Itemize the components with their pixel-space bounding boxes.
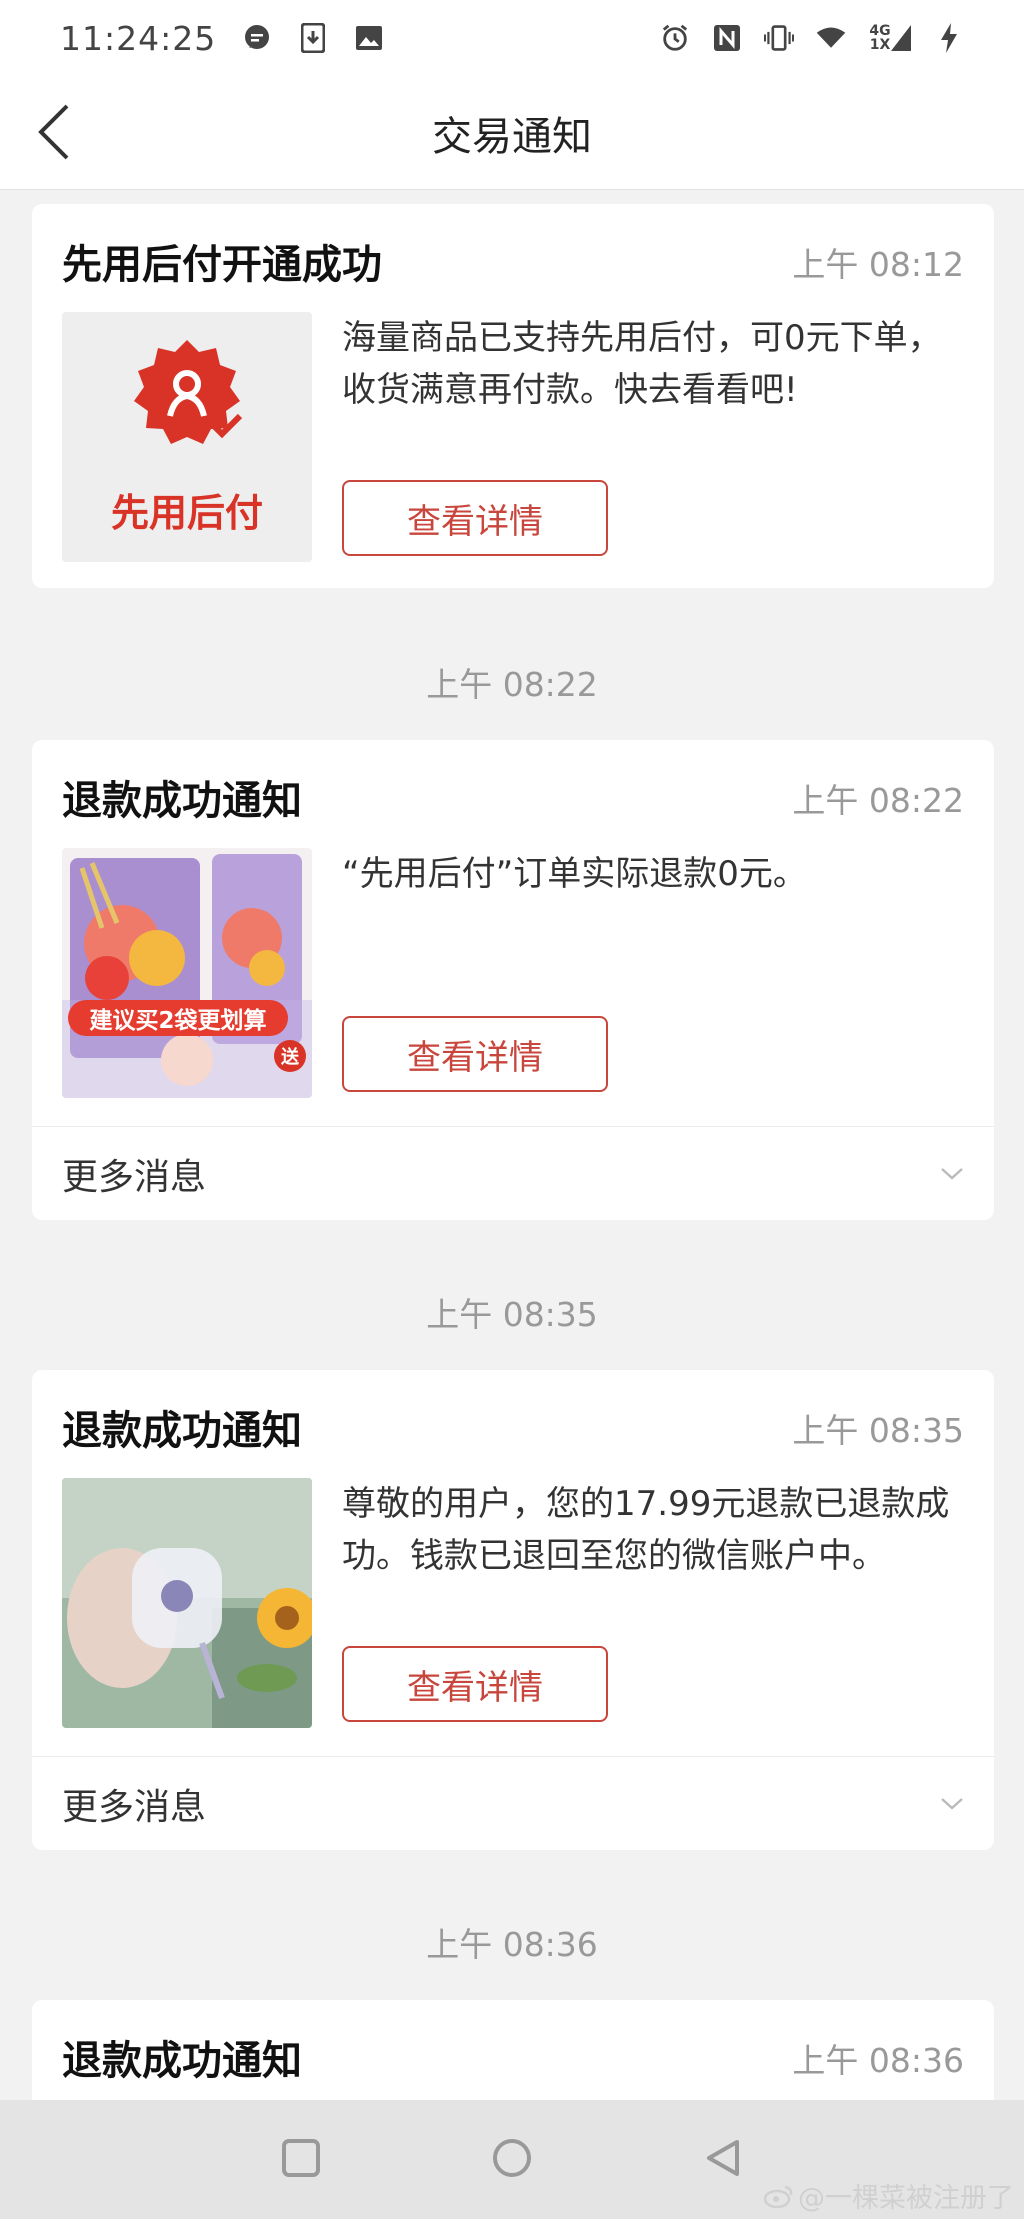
gift-badge: 送 bbox=[281, 1047, 299, 1068]
notification-card: 退款成功通知 上午 08:22 建议买2袋更划算 送 “先用后付”订单实际退款0… bbox=[32, 740, 994, 1220]
chevron-down-icon bbox=[941, 1797, 963, 1810]
card-message: 尊敬的用户，您的17.99元退款已退款成功。钱款已退回至您的微信账户中。 bbox=[342, 1484, 950, 1576]
more-messages-row[interactable]: 更多消息 bbox=[32, 1756, 994, 1850]
cereal-bag-image bbox=[62, 854, 312, 1098]
chevron-left-icon bbox=[38, 104, 69, 160]
page-title: 交易通知 bbox=[432, 113, 592, 160]
thumbnail-banner: 建议买2袋更划算 bbox=[68, 1000, 288, 1036]
time-divider: 上午 08:22 bbox=[426, 665, 598, 704]
more-messages-label: 更多消息 bbox=[62, 1156, 207, 1198]
card-message: 海量商品已支持先用后付，可0元下单，收货满意再付款。快去看看吧! bbox=[342, 318, 942, 410]
thumbnail-label: 先用后付 bbox=[110, 491, 263, 535]
charging-icon bbox=[934, 23, 964, 53]
watermark: @一棵菜被注册了 bbox=[764, 2176, 1014, 2215]
view-details-button[interactable]: 查看详情 bbox=[342, 480, 608, 556]
nav-bar: 交易通知 bbox=[0, 76, 1024, 190]
badge-user-icon bbox=[134, 340, 243, 444]
weibo-logo-icon bbox=[764, 2185, 793, 2208]
wifi-icon bbox=[816, 23, 846, 53]
chat-bubble-icon bbox=[242, 23, 272, 53]
chevron-down-icon bbox=[941, 1167, 963, 1180]
triangle-back-icon[interactable] bbox=[703, 2138, 743, 2182]
alarm-icon bbox=[660, 23, 690, 53]
network-type-top: 4G bbox=[869, 23, 891, 39]
product-thumbnail[interactable]: 建议买2袋更划算 送 bbox=[62, 848, 312, 1098]
view-details-button[interactable]: 查看详情 bbox=[342, 1016, 608, 1092]
card-title: 先用后付开通成功 bbox=[62, 242, 382, 288]
time-divider: 上午 08:35 bbox=[426, 1295, 598, 1334]
card-title: 退款成功通知 bbox=[62, 1408, 302, 1454]
nfc-icon bbox=[712, 23, 742, 53]
card-time: 上午 08:12 bbox=[792, 245, 964, 284]
circle-home-icon[interactable] bbox=[491, 2137, 533, 2183]
time-divider: 上午 08:36 bbox=[426, 1925, 598, 1964]
card-time: 上午 08:36 bbox=[792, 2041, 964, 2080]
earbuds-case-photo bbox=[62, 1478, 312, 1728]
card-title: 退款成功通知 bbox=[62, 778, 302, 824]
view-details-button[interactable]: 查看详情 bbox=[342, 1646, 608, 1722]
watermark-text: @一棵菜被注册了 bbox=[798, 2183, 1014, 2214]
notification-card: 退款成功通知 上午 08:36 bbox=[32, 2000, 994, 2100]
card-title: 退款成功通知 bbox=[62, 2038, 302, 2084]
product-thumbnail[interactable] bbox=[62, 1478, 312, 1728]
image-icon bbox=[354, 23, 384, 53]
pay-later-thumbnail[interactable]: 先用后付 bbox=[62, 312, 312, 562]
vibrate-icon bbox=[764, 23, 794, 53]
more-messages-row[interactable]: 更多消息 bbox=[32, 1126, 994, 1220]
download-icon bbox=[298, 23, 328, 53]
status-bar: 11:24:25 4G 1X bbox=[0, 0, 1024, 76]
notification-card: 退款成功通知 上午 08:35 尊敬的用户，您的17.99元退款已退款成功。钱款… bbox=[32, 1370, 994, 1850]
signal-icon: 4G 1X bbox=[868, 23, 912, 53]
card-time: 上午 08:35 bbox=[792, 1411, 964, 1450]
card-message: “先用后付”订单实际退款0元。 bbox=[342, 854, 807, 894]
notification-card: 先用后付开通成功 上午 08:12 先用后付 海量商品已支持先用后付，可0元下单… bbox=[32, 204, 994, 588]
back-button[interactable] bbox=[28, 102, 78, 162]
status-time: 11:24:25 bbox=[60, 18, 217, 58]
more-messages-label: 更多消息 bbox=[62, 1786, 207, 1828]
square-recents-icon[interactable] bbox=[281, 2138, 321, 2182]
card-time: 上午 08:22 bbox=[792, 781, 964, 820]
network-type-bottom: 1X bbox=[869, 37, 891, 53]
